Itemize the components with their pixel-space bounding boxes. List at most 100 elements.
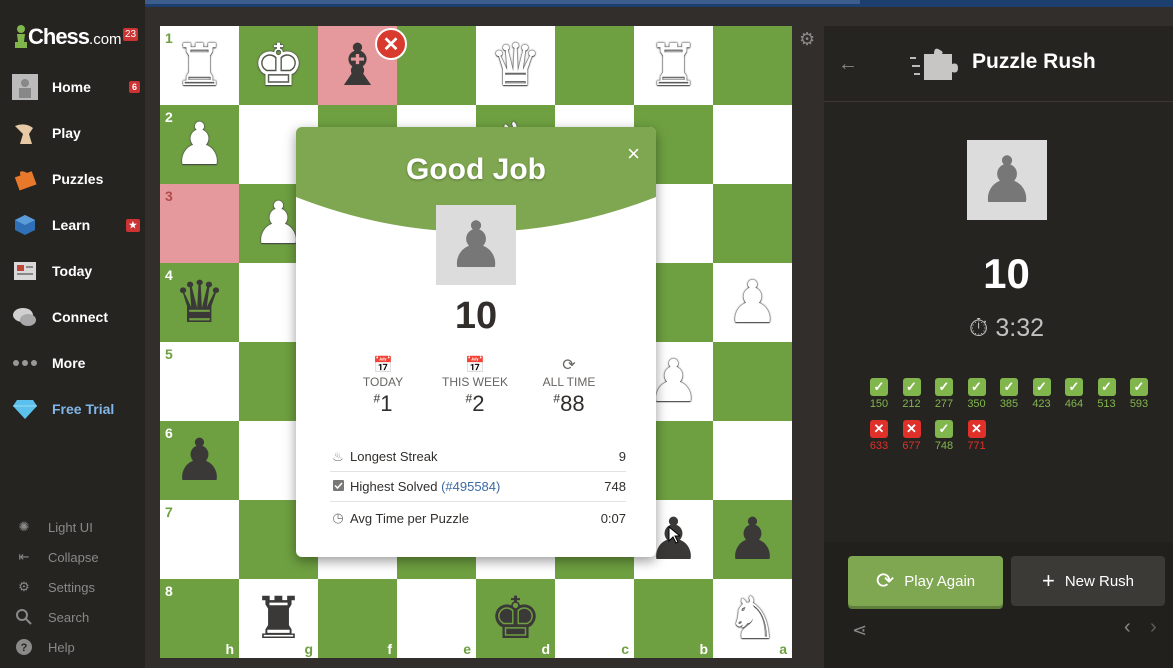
new-rush-button[interactable]: + New Rush (1011, 556, 1165, 606)
sidebar-item-label: Free Trial (52, 401, 115, 417)
board-square[interactable] (713, 342, 792, 421)
puzzle-link[interactable]: (#495584) (441, 479, 500, 494)
result-item[interactable]: ✓ 748 (931, 420, 957, 452)
back-arrow-icon[interactable]: ← (838, 53, 858, 76)
sidebar: Chess.com 23 Home 6 Play Puzzles Learn ★… (0, 0, 145, 668)
file-label: a (779, 641, 787, 657)
board-square[interactable]: ♟ (713, 263, 792, 342)
play-again-button[interactable]: ⟳ Play Again (848, 556, 1003, 606)
rank-label: 2 (165, 109, 173, 125)
sidebar-item-today[interactable]: Today (10, 254, 140, 288)
white-piece-icon[interactable]: ♟ (174, 115, 226, 174)
board-square[interactable]: 1 ♜ (160, 26, 239, 105)
board-square[interactable] (713, 26, 792, 105)
board-square[interactable]: ♚ (239, 26, 318, 105)
settings-link[interactable]: ⚙ Settings (14, 576, 95, 598)
chevron-right-icon[interactable]: › (1150, 616, 1157, 639)
result-item[interactable]: ✕ 771 (964, 420, 990, 452)
board-square[interactable]: 5 (160, 342, 239, 421)
share-icon[interactable]: ⋖ (852, 620, 867, 641)
modal-close-button[interactable]: × (627, 141, 640, 167)
collapse-arrow-icon: ⇤ (18, 549, 30, 564)
check-icon: ✓ (902, 378, 921, 396)
white-piece-icon[interactable]: ♞ (727, 589, 779, 648)
board-square[interactable]: 2 ♟ (160, 105, 239, 184)
white-piece-icon[interactable]: ♟ (727, 273, 779, 332)
black-piece-icon[interactable]: ♛ (174, 273, 226, 332)
board-settings-gear-icon[interactable]: ⚙ (799, 29, 815, 50)
board-square[interactable] (713, 184, 792, 263)
result-item[interactable]: ✓ 277 (931, 378, 957, 410)
sidebar-item-puzzles[interactable]: Puzzles (10, 162, 140, 196)
modal-avatar: ♟ (436, 205, 516, 285)
pawn-avatar-icon: ♟ (447, 208, 505, 281)
pawn-logo-icon (15, 25, 27, 48)
longest-streak-row: ♨ Longest Streak 9 (330, 442, 626, 472)
white-piece-icon[interactable]: ♛ (490, 36, 542, 95)
white-piece-icon[interactable]: ♜ (174, 36, 226, 95)
board-square[interactable] (397, 26, 476, 105)
result-item[interactable]: ✕ 677 (899, 420, 925, 452)
result-item[interactable]: ✕ 633 (866, 420, 892, 452)
board-square[interactable] (713, 421, 792, 500)
sidebar-item-home[interactable]: Home 6 (10, 70, 140, 104)
white-piece-icon[interactable]: ♚ (253, 36, 305, 95)
help-link[interactable]: ? Help (14, 636, 75, 658)
board-square[interactable]: ♛ (476, 26, 555, 105)
check-icon: ✓ (935, 378, 953, 396)
sun-icon: ✺ (18, 519, 30, 534)
sidebar-item-play[interactable]: Play (10, 116, 140, 150)
black-piece-icon[interactable]: ♟ (174, 431, 226, 490)
board-square[interactable]: 6 ♟ (160, 421, 239, 500)
board-square[interactable]: ♟ (713, 500, 792, 579)
stat-all-time: ⟳ ALL TIME #88 (524, 355, 614, 417)
logo[interactable]: Chess.com (14, 24, 122, 50)
board-square[interactable]: b (634, 579, 713, 658)
board-square[interactable]: 3 (160, 184, 239, 263)
black-piece-icon[interactable]: ♟ (727, 510, 779, 569)
cross-icon: ✕ (967, 420, 986, 438)
black-piece-icon[interactable]: ♚ (490, 589, 542, 648)
board-square[interactable]: e (397, 579, 476, 658)
board-square[interactable]: g ♜ (239, 579, 318, 658)
board-square[interactable]: a ♞ (713, 579, 792, 658)
sidebar-item-connect[interactable]: Connect (10, 300, 140, 334)
result-item[interactable]: ✓ 464 (1061, 378, 1087, 410)
panel-avatar: ♟ (967, 140, 1047, 220)
light-ui-toggle[interactable]: ✺ Light UI (14, 516, 93, 538)
chevron-left-icon[interactable]: ‹ (1124, 616, 1131, 639)
board-square[interactable]: ♜ (634, 26, 713, 105)
search-link[interactable]: Search (14, 606, 89, 628)
result-item[interactable]: ✓ 385 (996, 378, 1022, 410)
result-item[interactable]: ✓ 212 (899, 378, 925, 410)
board-square[interactable]: f (318, 579, 397, 658)
board-square[interactable]: 4 ♛ (160, 263, 239, 342)
collapse-button[interactable]: ⇤ Collapse (14, 546, 99, 568)
board-square[interactable] (713, 105, 792, 184)
result-item[interactable]: ✓ 350 (964, 378, 990, 410)
modal-score: 10 (454, 295, 498, 337)
result-rating: 277 (934, 398, 954, 410)
rank-label: 5 (165, 346, 173, 362)
board-square[interactable]: 8h (160, 579, 239, 658)
result-item[interactable]: ✓ 513 (1094, 378, 1120, 410)
sidebar-item-more[interactable]: More (10, 346, 140, 380)
board-square[interactable]: 7 (160, 500, 239, 579)
panel-header: ← Puzzle Rush (824, 26, 1173, 102)
refresh-icon: ⟳ (562, 357, 576, 374)
white-piece-icon[interactable]: ♜ (648, 36, 700, 95)
result-modal: Good Job × ♟ 10 📅 TODAY #1 📅 THIS WEEK #… (296, 127, 656, 557)
row-label: Avg Time per Puzzle (350, 510, 469, 526)
home-avatar-icon (10, 73, 40, 101)
result-item[interactable]: ✓ 150 (866, 378, 892, 410)
board-square[interactable] (555, 26, 634, 105)
sidebar-item-free-trial[interactable]: Free Trial (10, 392, 140, 426)
sidebar-item-learn[interactable]: Learn ★ (10, 208, 140, 242)
board-square[interactable]: c (555, 579, 634, 658)
notification-badge: 6 (128, 81, 140, 93)
result-item[interactable]: ✓ 423 (1029, 378, 1055, 410)
rank-label: 7 (165, 504, 173, 520)
board-square[interactable]: d ♚ (476, 579, 555, 658)
result-item[interactable]: ✓ 593 (1126, 378, 1152, 410)
black-piece-icon[interactable]: ♜ (253, 589, 305, 648)
